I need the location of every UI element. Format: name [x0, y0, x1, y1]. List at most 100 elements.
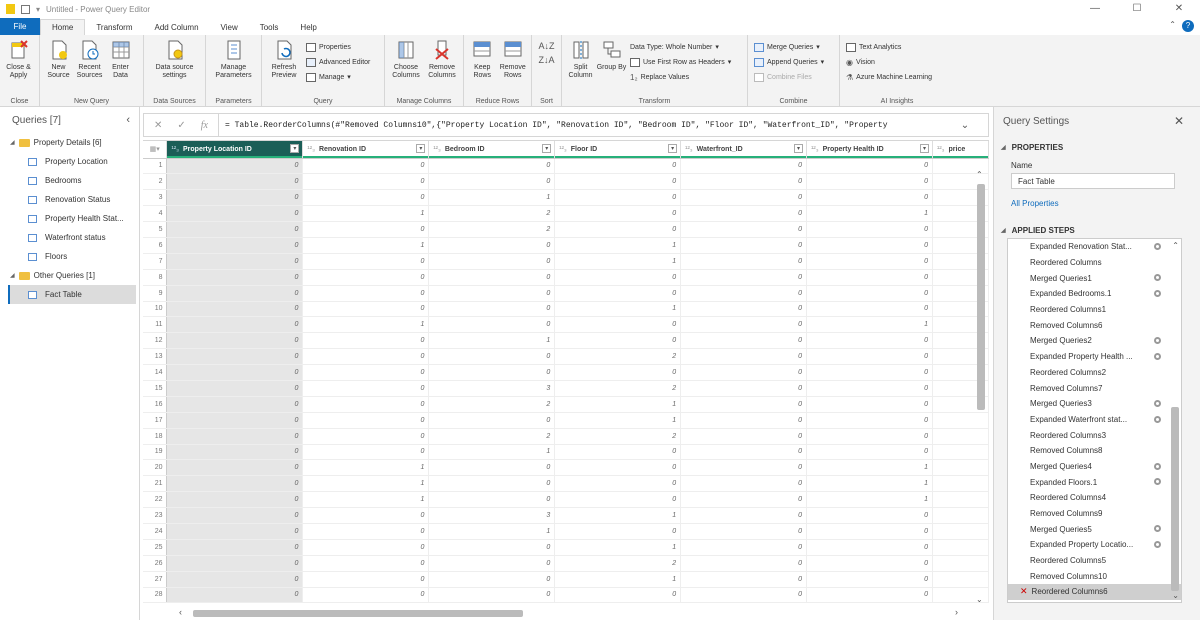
scroll-down-icon[interactable]: ⌄ [976, 595, 983, 604]
table-cell[interactable]: 0 [302, 380, 430, 397]
merge-queries-button[interactable]: Merge Queries ▾ [754, 41, 824, 53]
table-cell[interactable]: 0 [166, 380, 304, 397]
table-cell[interactable]: 0 [680, 253, 808, 270]
table-cell[interactable]: 0 [428, 348, 556, 366]
column-filter-icon[interactable]: ▾ [542, 144, 552, 153]
table-cell[interactable]: 0 [554, 221, 682, 238]
table-cell[interactable]: 1 [554, 539, 682, 556]
row-number[interactable]: 3 [143, 189, 168, 207]
row-number[interactable]: 7 [143, 253, 168, 270]
grid-horizontal-scrollbar[interactable]: ‹ › [143, 606, 989, 620]
row-number[interactable]: 12 [143, 332, 168, 350]
column-filter-icon[interactable]: ▾ [920, 144, 929, 153]
applied-step[interactable]: Reordered Columns5 [1008, 553, 1181, 569]
table-cell[interactable]: 2 [428, 396, 556, 413]
use-first-row-as-headers-button[interactable]: Use First Row as Headers ▾ [630, 56, 731, 68]
append-queries-button[interactable]: Append Queries ▾ [754, 56, 824, 68]
column-filter-icon[interactable]: ▾ [668, 144, 678, 153]
properties-section-header[interactable]: ◢ PROPERTIES [994, 139, 1200, 155]
tab-help[interactable]: Help [289, 20, 327, 35]
table-cell[interactable]: 0 [166, 301, 304, 318]
table-cell[interactable]: 0 [166, 189, 304, 207]
applied-step[interactable]: Removed Columns6 [1008, 317, 1181, 333]
table-cell[interactable]: 0 [428, 539, 556, 556]
table-cell[interactable]: 0 [554, 332, 682, 350]
manage-parameters-button[interactable]: Manage Parameters [210, 39, 258, 107]
replace-values-button[interactable]: 1₂ Replace Values [630, 71, 731, 83]
all-properties-link[interactable]: All Properties [994, 199, 1200, 208]
table-cell[interactable]: 0 [554, 189, 682, 207]
table-cell[interactable]: 0 [428, 475, 556, 493]
query-item-renovation-status[interactable]: Renovation Status [0, 190, 139, 209]
table-cell[interactable]: 0 [166, 523, 304, 540]
table-menu-icon[interactable]: ▦▾ [143, 141, 168, 159]
table-cell[interactable]: 0 [302, 428, 430, 445]
table-cell[interactable]: 0 [554, 364, 682, 381]
column-header-property-location-id[interactable]: ¹²₃ Property Location ID ▾ [166, 141, 304, 159]
applied-step[interactable]: Expanded Renovation Stat... [1008, 239, 1181, 255]
table-cell[interactable]: 2 [554, 555, 682, 572]
row-number[interactable]: 16 [143, 396, 168, 413]
enter-data-button[interactable]: Enter Data [105, 39, 136, 107]
query-group-other-queries[interactable]: ◢ Other Queries [1] [0, 266, 139, 285]
vision-button[interactable]: ◉ Vision [846, 56, 932, 68]
table-cell[interactable]: 0 [806, 253, 933, 270]
table-cell[interactable]: 0 [806, 444, 933, 461]
refresh-preview-button[interactable]: Refresh Preview [265, 39, 303, 107]
table-cell[interactable]: 0 [302, 189, 430, 207]
row-number[interactable]: 18 [143, 428, 168, 445]
applied-step[interactable]: Expanded Property Health ... [1008, 349, 1181, 365]
table-cell[interactable]: 0 [428, 285, 556, 302]
azure-ml-button[interactable]: ⚗ Azure Machine Learning [846, 71, 932, 83]
table-cell[interactable]: 2 [554, 428, 682, 445]
table-cell[interactable]: 1 [302, 205, 430, 223]
table-cell[interactable]: 0 [680, 571, 808, 588]
table-cell[interactable]: 1 [302, 459, 430, 477]
table-cell[interactable]: 0 [428, 173, 556, 191]
column-header-bedroom-id[interactable]: ¹²₃ Bedroom ID ▾ [428, 141, 556, 159]
applied-step[interactable]: Expanded Floors.1 [1008, 474, 1181, 490]
choose-columns-button[interactable]: Choose Columns [388, 39, 424, 107]
table-cell[interactable]: 0 [554, 285, 682, 302]
text-analytics-button[interactable]: Text Analytics [846, 41, 932, 53]
table-cell[interactable]: 0 [166, 237, 304, 254]
table-cell[interactable]: 0 [428, 158, 556, 175]
sort-descending-button[interactable]: Z↓A [538, 55, 554, 65]
row-number[interactable]: 22 [143, 491, 168, 509]
table-cell[interactable]: 0 [166, 364, 304, 381]
table-cell[interactable]: 1 [806, 316, 933, 334]
table-cell[interactable]: 0 [166, 396, 304, 413]
step-settings-gear-icon[interactable] [1154, 541, 1161, 549]
table-cell[interactable]: 0 [428, 459, 556, 477]
table-cell[interactable]: 1 [806, 475, 933, 493]
table-cell[interactable]: 0 [166, 173, 304, 191]
row-number[interactable]: 2 [143, 173, 168, 191]
table-cell[interactable]: 0 [554, 173, 682, 191]
cancel-formula-icon[interactable]: ✕ [154, 120, 162, 131]
query-item-floors[interactable]: Floors [0, 247, 139, 266]
steps-scroll-thumb[interactable] [1171, 407, 1179, 591]
table-cell[interactable]: 1 [554, 237, 682, 254]
table-cell[interactable]: 2 [554, 348, 682, 366]
table-cell[interactable]: 0 [428, 412, 556, 429]
table-cell[interactable]: 0 [680, 364, 808, 381]
row-number[interactable]: 4 [143, 205, 168, 223]
table-cell[interactable]: 0 [428, 364, 556, 381]
column-header-renovation-id[interactable]: ¹²₃ Renovation ID ▾ [302, 141, 430, 159]
table-cell[interactable]: 1 [302, 491, 430, 509]
table-cell[interactable]: 0 [806, 364, 933, 381]
query-group-property-details[interactable]: ◢ Property Details [6] [0, 133, 139, 152]
table-cell[interactable]: 0 [302, 523, 430, 540]
step-settings-gear-icon[interactable] [1154, 337, 1161, 345]
close-window-button[interactable]: ✕ [1158, 0, 1200, 18]
table-cell[interactable]: 0 [166, 253, 304, 270]
row-number[interactable]: 28 [143, 587, 168, 604]
table-cell[interactable]: 0 [428, 316, 556, 334]
table-cell[interactable]: 1 [428, 523, 556, 540]
row-number[interactable]: 26 [143, 555, 168, 572]
step-settings-gear-icon[interactable] [1154, 352, 1161, 360]
table-cell[interactable]: 0 [680, 173, 808, 191]
table-cell[interactable]: 0 [680, 555, 808, 572]
table-cell[interactable]: 0 [166, 475, 304, 493]
column-filter-icon[interactable]: ▾ [290, 144, 300, 153]
